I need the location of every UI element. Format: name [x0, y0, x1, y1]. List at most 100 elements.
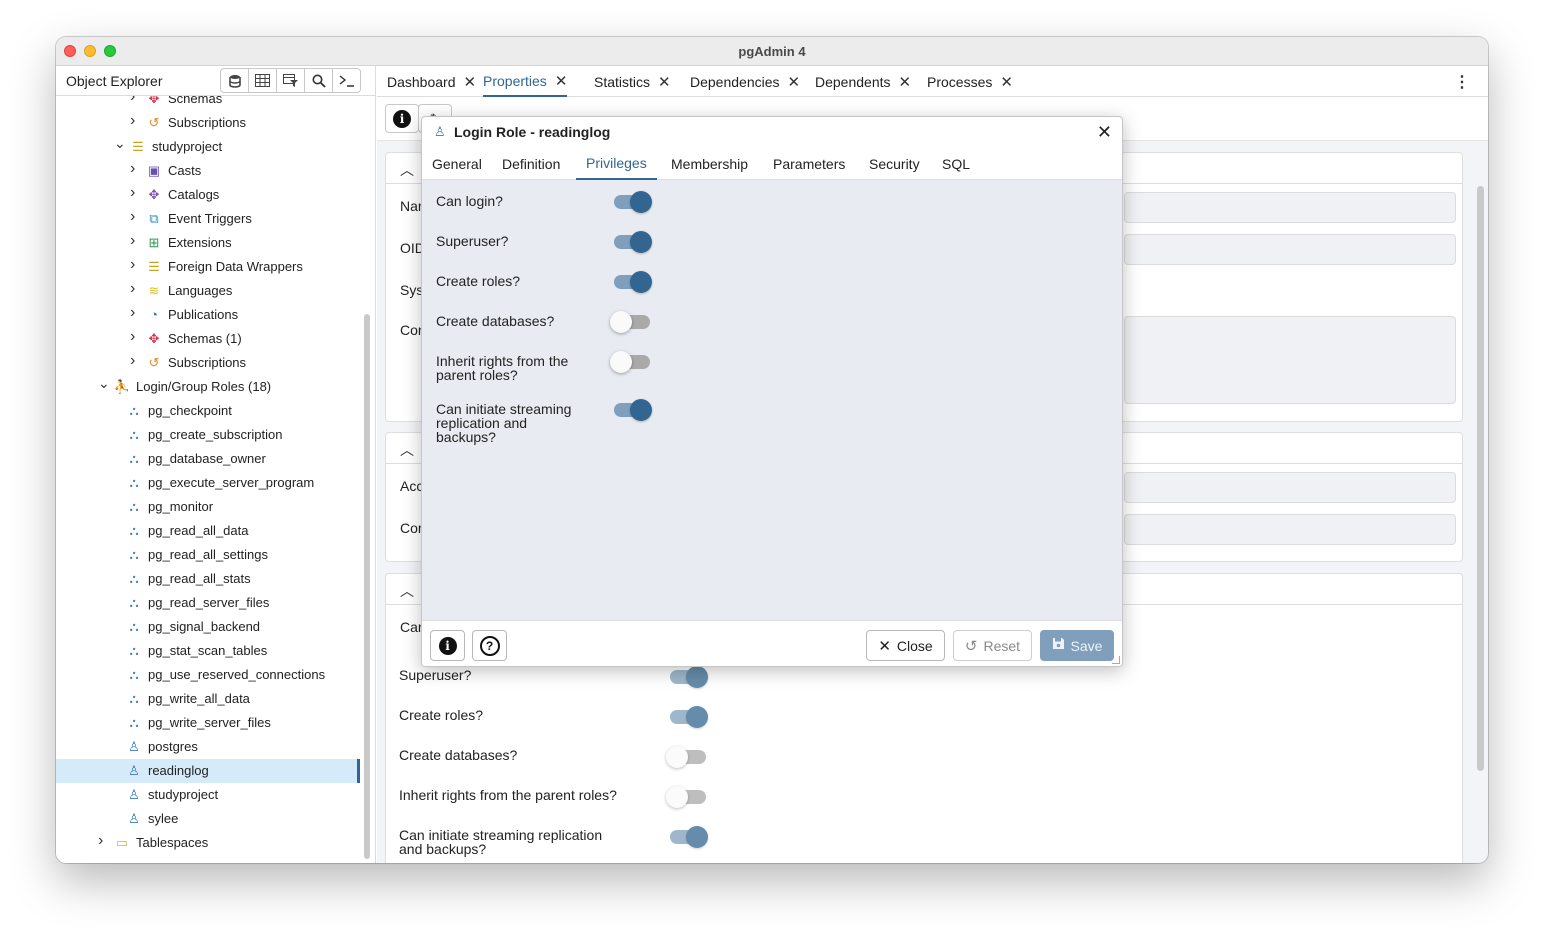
properties-scrollbar[interactable]: [1477, 186, 1484, 771]
comments-field: [1124, 316, 1456, 404]
tree-node-label: pg_use_reserved_connections: [148, 667, 326, 682]
tree-node[interactable]: › ⊞ Extensions: [56, 231, 360, 255]
tab-dependencies[interactable]: Dependencies ✕: [690, 66, 800, 97]
dialog-tab-definition[interactable]: Definition: [492, 147, 570, 180]
expand-chevron-icon[interactable]: ›: [130, 329, 135, 345]
tab-close-icon[interactable]: ✕: [788, 73, 801, 91]
dialog-tab-membership[interactable]: Membership: [661, 147, 758, 180]
tree-node[interactable]: ⛬ pg_use_reserved_connections: [56, 663, 360, 687]
psql-terminal-icon[interactable]: [332, 68, 361, 93]
expand-chevron-icon[interactable]: ›: [130, 305, 135, 321]
more-options-icon[interactable]: ⋮: [1454, 72, 1470, 92]
dialog-tab-privileges[interactable]: Privileges: [576, 147, 657, 180]
tree-node[interactable]: ♙ readinglog: [56, 759, 360, 783]
privilege-toggle[interactable]: [666, 746, 706, 768]
dialog-title-bar[interactable]: ♙ Login Role - readinglog ✕: [422, 117, 1122, 147]
resize-handle-icon[interactable]: [1112, 656, 1120, 664]
privilege-toggle[interactable]: [670, 666, 708, 688]
tree-node[interactable]: › ☰ Foreign Data Wrappers: [56, 255, 360, 279]
tree-node[interactable]: ⛬ pg_read_server_files: [56, 591, 360, 615]
query-tool-database-icon[interactable]: [220, 68, 249, 93]
tree-node[interactable]: ⛬ pg_read_all_data: [56, 519, 360, 543]
privilege-toggle[interactable]: [610, 311, 650, 333]
privilege-toggle[interactable]: [614, 191, 652, 213]
privilege-toggle[interactable]: [666, 786, 706, 808]
privilege-toggle[interactable]: [670, 706, 708, 728]
expand-chevron-icon[interactable]: ›: [130, 209, 135, 225]
info-button[interactable]: i: [385, 104, 419, 133]
reset-button[interactable]: ↺ Reset: [953, 630, 1032, 661]
dialog-info-button[interactable]: i: [430, 630, 465, 661]
tree-node[interactable]: ♙ studyproject: [56, 783, 360, 807]
dialog-tab-parameters[interactable]: Parameters: [763, 147, 855, 180]
tree-node[interactable]: › ✥ Catalogs: [56, 183, 360, 207]
dialog-close-icon[interactable]: ✕: [1097, 122, 1112, 143]
tree-node[interactable]: ⛬ pg_write_server_files: [56, 711, 360, 735]
tree-node[interactable]: › ↺ Subscriptions: [56, 351, 360, 375]
filtered-rows-filter-icon[interactable]: [276, 68, 305, 93]
expand-chevron-icon[interactable]: ›: [130, 281, 135, 297]
tree-node[interactable]: › ✥ Schemas (1): [56, 327, 360, 351]
expand-chevron-icon[interactable]: ›: [130, 257, 135, 273]
tree-node[interactable]: › ▣ Casts: [56, 159, 360, 183]
tree-node[interactable]: › ▭ Tablespaces: [56, 831, 360, 855]
tree-node[interactable]: ⌄ ☰ studyproject: [56, 135, 360, 159]
tree-node[interactable]: › ⧉ Event Triggers: [56, 207, 360, 231]
expand-chevron-icon[interactable]: ›: [98, 833, 103, 849]
expand-chevron-icon[interactable]: ›: [130, 161, 135, 177]
tab-properties[interactable]: Properties ✕: [483, 66, 568, 97]
tree-node[interactable]: › ✥ Schemas: [56, 96, 360, 111]
collapse-icon[interactable]: ︿: [400, 440, 414, 460]
collapse-chevron-icon[interactable]: ⌄: [98, 376, 110, 390]
save-button[interactable]: Save: [1040, 630, 1114, 661]
expand-chevron-icon[interactable]: ›: [130, 353, 135, 369]
collapse-icon[interactable]: ︿: [400, 160, 414, 180]
tree-node[interactable]: ⛬ pg_monitor: [56, 495, 360, 519]
tab-processes[interactable]: Processes ✕: [927, 66, 1013, 97]
tab-close-icon[interactable]: ✕: [658, 73, 671, 91]
tree-node[interactable]: ⛬ pg_execute_server_program: [56, 471, 360, 495]
tree-node[interactable]: › ◔ Publications: [56, 303, 360, 327]
dialog-tab-security[interactable]: Security: [859, 147, 930, 180]
tree-node[interactable]: ⛬ pg_read_all_stats: [56, 567, 360, 591]
tree-node[interactable]: ⛬ pg_stat_scan_tables: [56, 639, 360, 663]
tab-close-icon[interactable]: ✕: [555, 72, 568, 90]
tree-node[interactable]: ⛬ pg_write_all_data: [56, 687, 360, 711]
dialog-tab-general[interactable]: General: [422, 147, 492, 180]
expand-chevron-icon[interactable]: ›: [130, 233, 135, 249]
privilege-toggle[interactable]: [670, 826, 708, 848]
tab-close-icon[interactable]: ✕: [464, 73, 477, 91]
expand-chevron-icon[interactable]: ›: [130, 96, 135, 105]
collapse-chevron-icon[interactable]: ⌄: [114, 136, 126, 150]
tree-node[interactable]: ⛬ pg_create_subscription: [56, 423, 360, 447]
tab-label: Statistics: [594, 73, 651, 90]
tree-node[interactable]: ⛬ pg_signal_backend: [56, 615, 360, 639]
expand-chevron-icon[interactable]: ›: [130, 185, 135, 201]
oid-field: [1124, 234, 1456, 265]
tree-node[interactable]: ♙ sylee: [56, 807, 360, 831]
collapse-icon[interactable]: ︿: [400, 581, 414, 601]
tab-dashboard[interactable]: Dashboard ✕: [387, 66, 476, 97]
tree-node[interactable]: ⌄ ⛹ Login/Group Roles (18): [56, 375, 360, 399]
tree-node[interactable]: ⛬ pg_read_all_settings: [56, 543, 360, 567]
close-button[interactable]: ✕ Close: [866, 630, 945, 661]
tree-node[interactable]: › ≋ Languages: [56, 279, 360, 303]
view-data-table-icon[interactable]: [248, 68, 277, 93]
privilege-toggle[interactable]: [610, 351, 650, 373]
tab-dependents[interactable]: Dependents ✕: [815, 66, 911, 97]
expand-chevron-icon[interactable]: ›: [130, 113, 135, 129]
dialog-tab-sql[interactable]: SQL: [932, 147, 980, 180]
tab-statistics[interactable]: Statistics ✕: [594, 66, 671, 97]
search-icon[interactable]: [304, 68, 333, 93]
tree-node[interactable]: ♙ postgres: [56, 735, 360, 759]
tab-close-icon[interactable]: ✕: [899, 73, 912, 91]
tab-close-icon[interactable]: ✕: [1000, 73, 1013, 91]
tree-node[interactable]: ⛬ pg_database_owner: [56, 447, 360, 471]
dialog-help-button[interactable]: ?: [472, 630, 507, 661]
tree-node[interactable]: ⛬ pg_checkpoint: [56, 399, 360, 423]
privilege-toggle[interactable]: [614, 231, 652, 253]
tree-scrollbar[interactable]: [364, 314, 370, 859]
privilege-toggle[interactable]: [614, 399, 652, 421]
tree-node[interactable]: › ↺ Subscriptions: [56, 111, 360, 135]
privilege-toggle[interactable]: [614, 271, 652, 293]
